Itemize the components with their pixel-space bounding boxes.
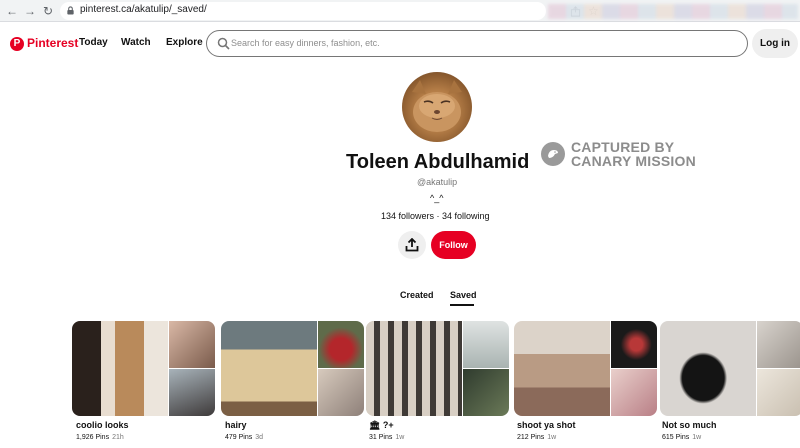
- board-title[interactable]: coolio looks: [76, 420, 129, 430]
- back-icon[interactable]: ←: [4, 3, 20, 19]
- board-age: 1w: [395, 434, 405, 441]
- board-thumb-image: [169, 369, 215, 416]
- board-cover-image: [366, 321, 462, 416]
- board-meta: 615 Pins 1w: [662, 434, 701, 441]
- board-age: 1w: [547, 434, 557, 441]
- nav-watch[interactable]: Watch: [121, 37, 151, 48]
- board-pin-count: 1,926 Pins: [76, 434, 110, 441]
- board-meta: 31 Pins 1w: [369, 434, 404, 441]
- board-card[interactable]: [72, 321, 215, 416]
- board-cover-image: [660, 321, 756, 416]
- watermark-line1: CAPTURED BY: [571, 139, 675, 155]
- profile-bio: ^_^: [430, 193, 444, 203]
- board-pin-count: 31 Pins: [369, 434, 393, 441]
- board-pin-count: 479 Pins: [225, 434, 253, 441]
- follow-button[interactable]: Follow: [431, 231, 476, 259]
- cat-photo: [412, 80, 462, 132]
- search-input[interactable]: Search for easy dinners, fashion, etc.: [206, 30, 748, 57]
- canary-mission-logo-icon: [541, 142, 565, 166]
- profile-handle: @akatulip: [417, 177, 458, 187]
- url-text: pinterest.ca/akatulip/_saved/: [80, 4, 207, 15]
- board-card[interactable]: [514, 321, 657, 416]
- board-thumb-image: [463, 369, 509, 416]
- active-tab-indicator: [450, 304, 474, 306]
- site-header: P Pinterest Today Watch Explore Search f…: [0, 22, 800, 66]
- board-card[interactable]: [660, 321, 800, 416]
- browser-toolbar: ← → ↻ pinterest.ca/akatulip/_saved/ ☆: [0, 0, 800, 22]
- follower-stats[interactable]: 134 followers · 34 following: [381, 211, 490, 221]
- forward-icon[interactable]: →: [22, 3, 38, 19]
- board-card[interactable]: [221, 321, 364, 416]
- board-thumb-image: [463, 321, 509, 368]
- board-thumb-image: [611, 321, 657, 368]
- board-thumb-image: [611, 369, 657, 416]
- board-age: 1w: [692, 434, 702, 441]
- watermark-line2: CANARY MISSION: [571, 153, 696, 169]
- search-placeholder: Search for easy dinners, fashion, etc.: [231, 38, 380, 48]
- profile-name: Toleen Abdulhamid: [346, 151, 530, 173]
- board-pin-count: 212 Pins: [517, 434, 545, 441]
- search-icon: [217, 37, 230, 50]
- board-pin-count: 615 Pins: [662, 434, 690, 441]
- address-bar[interactable]: pinterest.ca/akatulip/_saved/ ☆: [60, 2, 599, 20]
- board-thumb-image: [757, 369, 800, 416]
- board-cover-image: [514, 321, 610, 416]
- board-cover-image: [72, 321, 168, 416]
- login-button[interactable]: Log in: [752, 29, 798, 58]
- board-cover-image: [221, 321, 317, 416]
- board-card[interactable]: [366, 321, 509, 416]
- board-thumb-image: [169, 321, 215, 368]
- board-age: 21h: [112, 434, 124, 441]
- pinterest-logo-icon[interactable]: P: [10, 37, 24, 51]
- board-meta: 212 Pins 1w: [517, 434, 556, 441]
- board-title[interactable]: hairy: [225, 420, 247, 430]
- nav-today[interactable]: Today: [79, 37, 108, 48]
- board-thumb-image: [318, 321, 364, 368]
- board-meta: 1,926 Pins 21h: [76, 434, 124, 441]
- board-meta: 479 Pins 3d: [225, 434, 263, 441]
- board-thumb-image: [318, 369, 364, 416]
- lock-icon: [67, 6, 74, 15]
- share-profile-button[interactable]: [398, 231, 426, 259]
- board-title[interactable]: shoot ya shot: [517, 420, 576, 430]
- board-title[interactable]: 🏛 ?+: [369, 420, 394, 431]
- tab-saved[interactable]: Saved: [450, 290, 477, 300]
- tab-created[interactable]: Created: [400, 290, 434, 300]
- reload-icon[interactable]: ↻: [40, 3, 56, 19]
- nav-explore[interactable]: Explore: [166, 37, 203, 48]
- board-age: 3d: [255, 434, 264, 441]
- avatar: [402, 72, 472, 142]
- board-title[interactable]: Not so much: [662, 420, 717, 430]
- board-thumb-image: [757, 321, 800, 368]
- upload-icon: [405, 238, 419, 252]
- brand-name[interactable]: Pinterest: [27, 36, 78, 50]
- blurred-extensions: [548, 4, 798, 19]
- watermark-text: CAPTURED BY CANARY MISSION: [571, 140, 696, 168]
